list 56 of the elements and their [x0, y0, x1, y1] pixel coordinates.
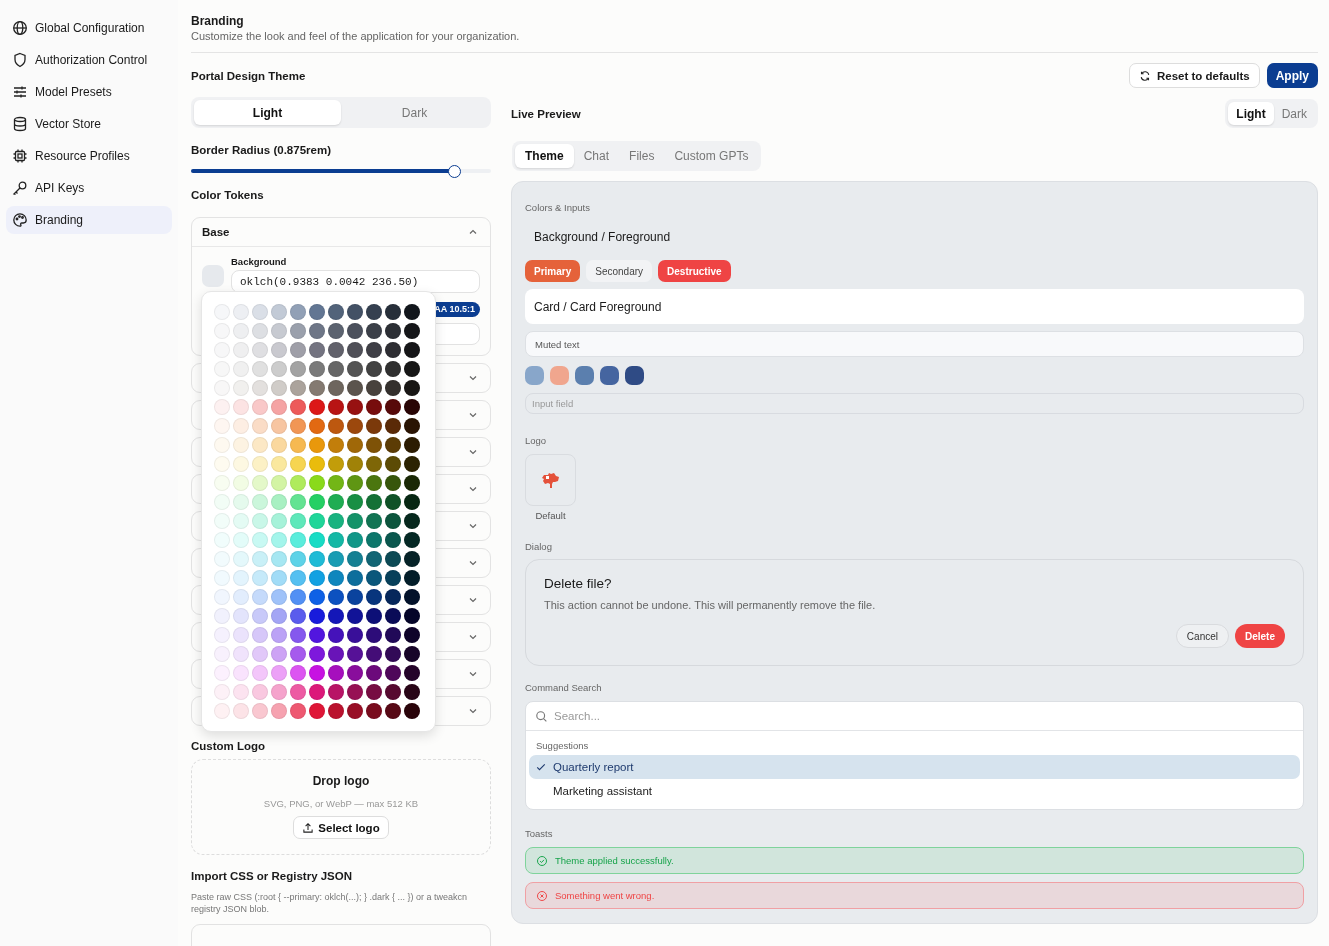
muted-sample: Muted text	[525, 331, 1304, 357]
slider-label: Border Radius (0.875rem)	[191, 144, 332, 156]
toast-message: Something went wrong.	[555, 890, 655, 901]
preview-mode-tab[interactable]: Light	[1228, 102, 1274, 125]
command-group-label: Suggestions	[535, 739, 590, 753]
page-subtitle: Customize the look and feel of the application for your organization.	[191, 30, 521, 42]
dialog-title: Delete file?	[544, 576, 613, 591]
logo-drop-zone[interactable]: Drop logo SVG, PNG, or WebP — max 512 KB Select logo	[191, 759, 491, 855]
field-label: Background	[231, 256, 288, 267]
group-label: Colors & Inputs	[525, 202, 591, 213]
group-label: Dialog	[525, 541, 553, 552]
import-description: Paste raw CSS (:root { --primary: oklch(...); } .dark { ... }) or a tweakcn registry JSON blob.	[191, 891, 469, 915]
drop-title: Drop logo	[312, 774, 370, 788]
apply-button[interactable]: Apply	[1266, 63, 1318, 88]
input-field[interactable]: Input field	[525, 393, 1304, 414]
sidebar-item[interactable]: API Keys	[6, 174, 172, 202]
search-placeholder: Search...	[554, 710, 601, 722]
command-item[interactable]: Marketing assistant	[529, 779, 1300, 803]
toast-message: Theme applied successfully.	[555, 855, 674, 866]
group-title: Base	[202, 226, 230, 238]
section-title: Portal Design Theme	[191, 69, 306, 82]
sidebar-item[interactable]: Resource Profiles	[6, 142, 172, 170]
theme-mode-tab[interactable]: Dark	[341, 100, 488, 125]
drop-hint: SVG, PNG, or WebP — max 512 KB	[263, 798, 419, 809]
subsection-title: Custom Logo	[191, 740, 267, 752]
preview-tab[interactable]: Files	[619, 144, 665, 168]
subsection-title: Color Tokens	[191, 189, 265, 201]
color-input[interactable]: oklch(0.9383 0.0042 236.50)	[231, 270, 480, 293]
command-item[interactable]: Quarterly report	[529, 755, 1300, 779]
dialog-button[interactable]: Cancel	[1175, 624, 1229, 648]
sidebar-item[interactable]: Authorization Control	[6, 46, 172, 74]
sidebar-item[interactable]: Model Presets	[6, 78, 172, 106]
preview-tab[interactable]: Theme	[515, 144, 574, 168]
preview-tab[interactable]: Chat	[573, 144, 620, 168]
sample-button[interactable]: Destructive	[658, 260, 731, 282]
page-title: Branding	[191, 14, 245, 28]
group-header[interactable]: Base	[192, 218, 490, 247]
group-label: Logo	[525, 435, 548, 446]
reset-button[interactable]: Reset to defaults	[1129, 63, 1260, 88]
dialog-description: This action cannot be undone. This will permanently remove the file.	[544, 599, 877, 611]
logo-caption: Default	[534, 510, 567, 521]
preview-mode-tab[interactable]: Dark	[1273, 102, 1315, 125]
card-sample: Card / Card Foreground	[525, 289, 1304, 324]
sample-button[interactable]: Secondary	[586, 260, 653, 282]
sidebar-item[interactable]: Vector Store	[6, 110, 172, 138]
preview-tab[interactable]: Custom GPTs	[664, 144, 759, 168]
theme-mode-tab[interactable]: Light	[194, 100, 341, 125]
group-label: Command Search	[525, 682, 603, 693]
sidebar-item[interactable]: Branding	[6, 206, 172, 234]
section-title: Live Preview	[511, 107, 581, 120]
background-sample: Background / Foreground	[533, 230, 672, 244]
select-logo-button[interactable]: Select logo	[293, 816, 389, 839]
subsection-title: Import CSS or Registry JSON	[191, 870, 354, 882]
dialog-button[interactable]: Delete	[1235, 624, 1285, 648]
group-label: Toasts	[525, 828, 554, 839]
sidebar-item[interactable]: Global Configuration	[6, 14, 172, 42]
